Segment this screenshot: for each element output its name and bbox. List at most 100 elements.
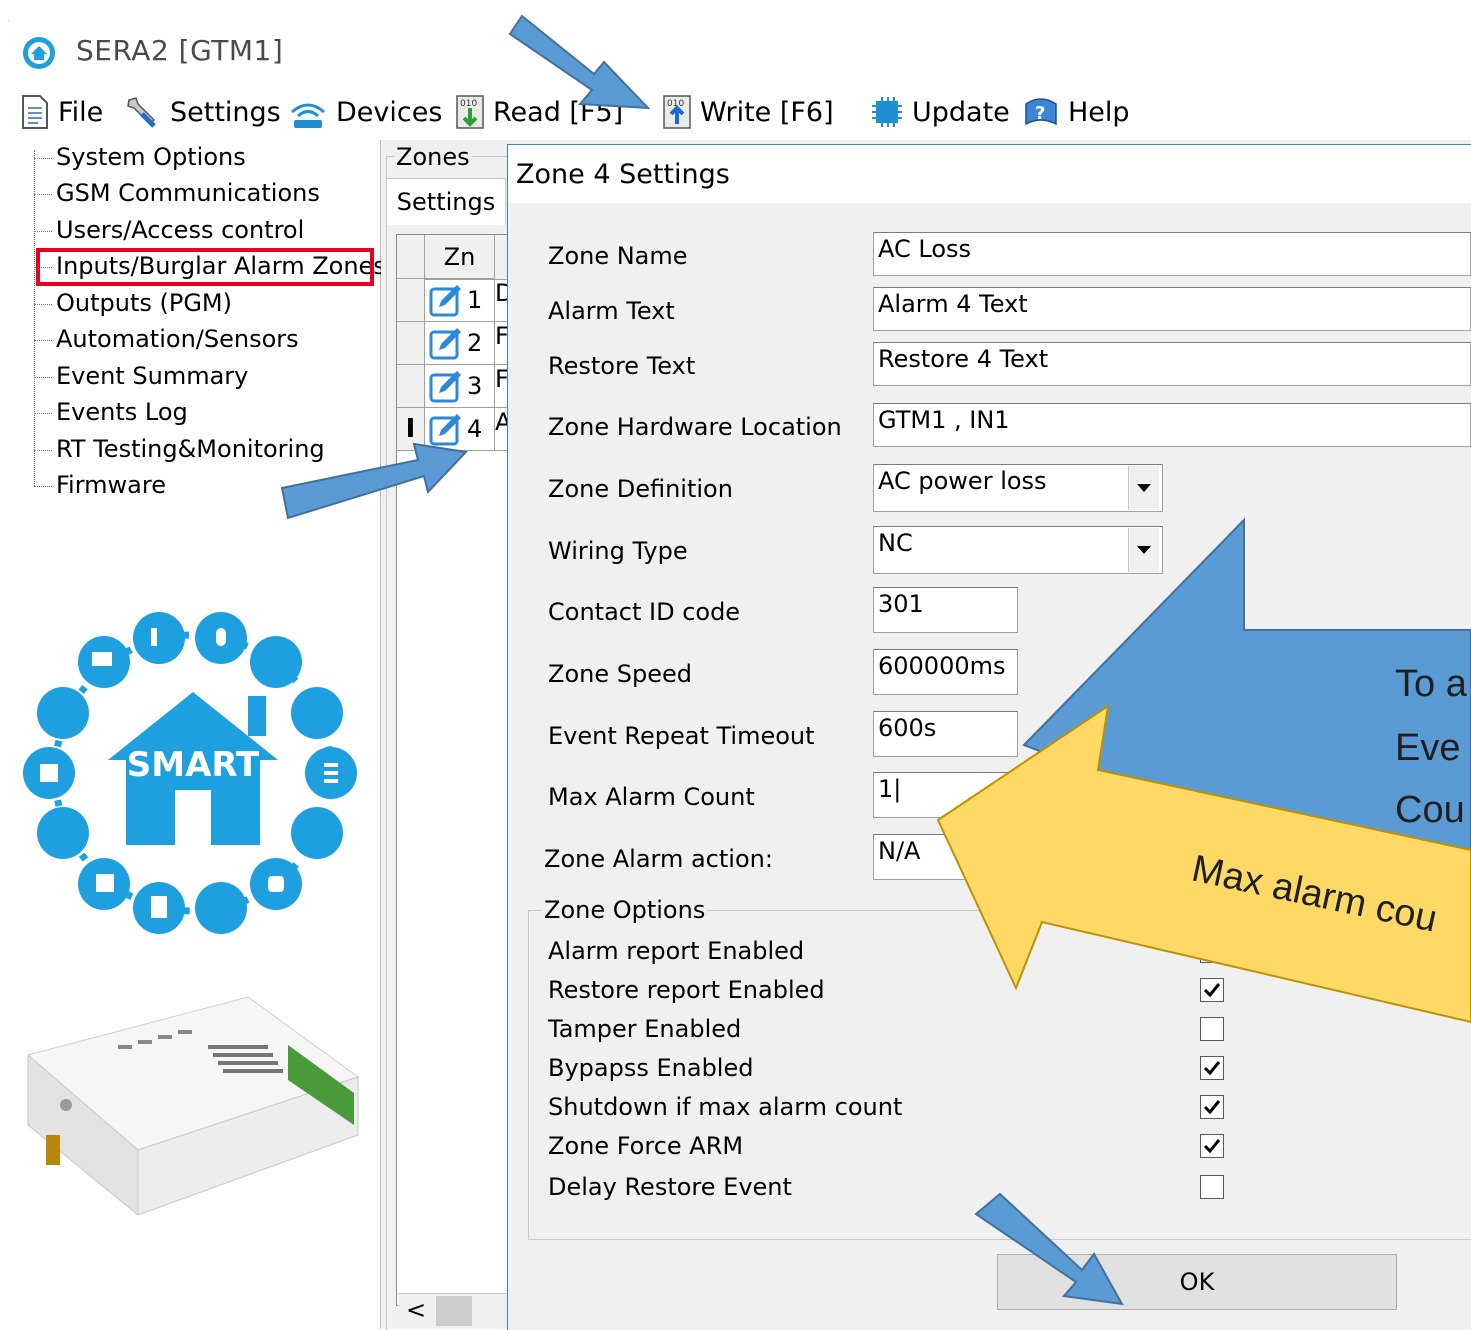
check-icon bbox=[1203, 1139, 1221, 1154]
shutdown-checkbox[interactable] bbox=[1200, 1095, 1224, 1119]
event-repeat-input[interactable]: 600s bbox=[873, 711, 1018, 757]
wiring-type-label: Wiring Type bbox=[548, 537, 688, 565]
zone-alarm-action-input[interactable]: N/A bbox=[873, 834, 1018, 880]
menu-settings-label: Settings bbox=[170, 96, 281, 128]
column-header-zn[interactable]: Zn bbox=[425, 235, 495, 279]
menu-devices[interactable]: Devices bbox=[288, 90, 442, 134]
tree-dash bbox=[34, 340, 52, 341]
alarm-text-input[interactable]: Alarm 4 Text bbox=[873, 287, 1471, 331]
max-alarm-input[interactable]: 1| bbox=[873, 772, 1018, 818]
row-header-current[interactable]: I bbox=[397, 408, 425, 451]
gtm1-device-image bbox=[18, 985, 368, 1217]
zone-number: 3 bbox=[467, 372, 483, 400]
hw-location-input[interactable]: GTM1 , IN1 bbox=[873, 403, 1471, 447]
table-row[interactable]: 1 bbox=[425, 279, 495, 322]
bypass-checkbox[interactable] bbox=[1200, 1056, 1224, 1080]
window-title: SERA2 [GTM1] bbox=[76, 34, 284, 67]
hw-location-label: Zone Hardware Location bbox=[548, 413, 842, 441]
option-label: Tamper Enabled bbox=[548, 1015, 742, 1043]
tree-item-users-access[interactable]: Users/Access control bbox=[56, 216, 304, 244]
read-icon: 010 bbox=[456, 95, 484, 129]
zone-name-input[interactable]: AC Loss bbox=[873, 232, 1471, 276]
menu-read[interactable]: 010 Read [F5] bbox=[455, 90, 623, 134]
zone-definition-select[interactable]: AC power loss bbox=[873, 464, 1163, 512]
zone-options-caption: Zone Options bbox=[542, 896, 708, 924]
table-row[interactable]: 4 bbox=[425, 408, 495, 451]
zone-definition-label: Zone Definition bbox=[548, 475, 733, 503]
app-icon bbox=[22, 36, 56, 70]
wiring-type-select[interactable]: NC bbox=[873, 526, 1163, 574]
zones-group-label: Zones bbox=[394, 143, 472, 171]
edit-icon[interactable] bbox=[429, 326, 463, 360]
zone-alarm-action-label: Zone Alarm action: bbox=[544, 845, 773, 873]
menu-update-label: Update bbox=[912, 96, 1010, 128]
table-row[interactable]: 2 bbox=[425, 322, 495, 365]
contact-id-input[interactable]: 301 bbox=[873, 587, 1018, 633]
zone-speed-label: Zone Speed bbox=[548, 660, 692, 688]
event-repeat-label: Event Repeat Timeout bbox=[548, 722, 815, 750]
menu-write[interactable]: 010 Write [F6] bbox=[662, 90, 834, 134]
tree-connector bbox=[34, 150, 35, 486]
restore-text-label: Restore Text bbox=[548, 352, 696, 380]
zones-grid: Zn 1 D 2 F 3 F I 4 A bbox=[396, 234, 512, 1306]
max-alarm-label: Max Alarm Count bbox=[548, 783, 755, 811]
option-label: Alarm report Enabled bbox=[548, 937, 805, 965]
zone-definition-dropdown[interactable] bbox=[1128, 466, 1159, 510]
option-label: Bypapss Enabled bbox=[548, 1054, 754, 1082]
menu-settings[interactable]: Settings bbox=[124, 90, 281, 134]
row-header[interactable] bbox=[397, 322, 425, 365]
wrench-icon bbox=[127, 97, 156, 128]
wiring-type-dropdown[interactable] bbox=[1128, 528, 1159, 572]
help-icon: ? bbox=[1025, 98, 1057, 126]
tree-item-outputs[interactable]: Outputs (PGM) bbox=[56, 289, 232, 317]
tree-item-system-options[interactable]: System Options bbox=[56, 143, 246, 171]
scroll-left-button[interactable]: < bbox=[406, 1296, 426, 1324]
zone-number: 4 bbox=[467, 415, 483, 443]
zone-number: 1 bbox=[467, 286, 483, 314]
file-icon bbox=[22, 95, 48, 129]
top-strip bbox=[0, 0, 1471, 22]
check-icon bbox=[1203, 1061, 1221, 1076]
menu-file[interactable]: File bbox=[20, 90, 103, 134]
table-row[interactable]: 3 bbox=[425, 365, 495, 408]
option-label: Restore report Enabled bbox=[548, 976, 825, 1004]
row-header[interactable] bbox=[397, 279, 425, 322]
menu-help[interactable]: ? Help bbox=[1022, 90, 1130, 134]
force-arm-checkbox[interactable] bbox=[1200, 1134, 1224, 1158]
edit-icon[interactable] bbox=[429, 369, 463, 403]
zone-name-label: Zone Name bbox=[548, 242, 688, 270]
smart-home-logo: SMART bbox=[20, 600, 366, 946]
smart-label: SMART bbox=[127, 745, 260, 785]
tree-dash bbox=[34, 413, 52, 414]
edit-icon[interactable] bbox=[429, 283, 463, 317]
wifi-icon bbox=[291, 103, 325, 128]
tree-item-firmware[interactable]: Firmware bbox=[56, 471, 166, 499]
option-label: Zone Force ARM bbox=[548, 1132, 744, 1160]
tree-dash bbox=[34, 450, 52, 451]
tamper-checkbox[interactable] bbox=[1200, 1017, 1224, 1041]
zone-speed-input[interactable]: 600000ms bbox=[873, 649, 1018, 695]
restore-report-checkbox[interactable] bbox=[1200, 978, 1224, 1002]
svg-text:010: 010 bbox=[460, 99, 477, 109]
restore-text-input[interactable]: Restore 4 Text bbox=[873, 342, 1471, 386]
tree-dash bbox=[34, 486, 52, 487]
scroll-thumb[interactable] bbox=[436, 1296, 472, 1326]
tree-item-event-summary[interactable]: Event Summary bbox=[56, 362, 248, 390]
tree-dash bbox=[34, 231, 52, 232]
row-header[interactable] bbox=[397, 365, 425, 408]
tree-item-automation[interactable]: Automation/Sensors bbox=[56, 325, 299, 353]
tree-dash bbox=[34, 377, 52, 378]
menu-update[interactable]: Update bbox=[870, 90, 1010, 134]
delay-restore-checkbox[interactable] bbox=[1200, 1175, 1224, 1199]
menu-devices-label: Devices bbox=[336, 96, 443, 128]
zone-number: 2 bbox=[467, 329, 483, 357]
ok-button[interactable]: OK bbox=[997, 1254, 1397, 1310]
tree-item-events-log[interactable]: Events Log bbox=[56, 398, 188, 426]
alarm-report-checkbox[interactable] bbox=[1200, 939, 1224, 963]
tab-settings[interactable]: Settings bbox=[386, 178, 506, 225]
horizontal-scrollbar[interactable]: < bbox=[398, 1293, 510, 1328]
tree-item-rt-testing[interactable]: RT Testing&Monitoring bbox=[56, 435, 325, 463]
tree-dash bbox=[34, 194, 52, 195]
edit-icon[interactable] bbox=[429, 412, 463, 446]
tree-item-gsm-communications[interactable]: GSM Communications bbox=[56, 179, 320, 207]
